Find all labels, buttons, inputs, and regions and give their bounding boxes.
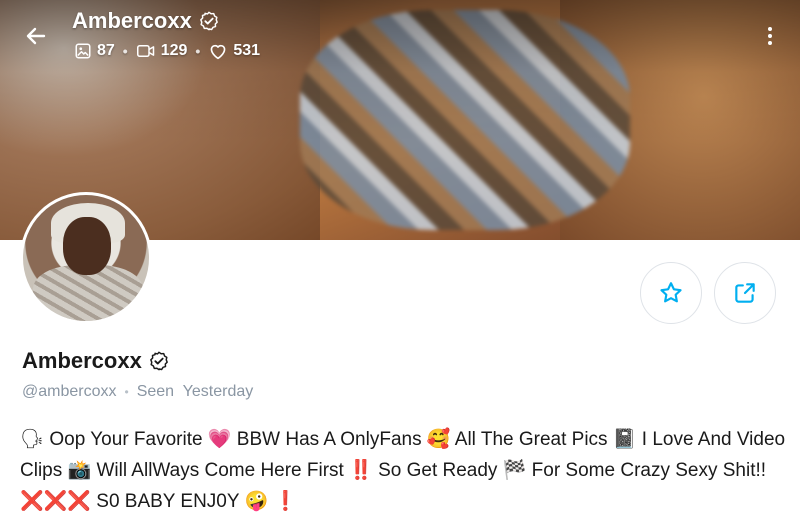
header-title: Ambercoxx [72,8,192,33]
more-vertical-icon [768,34,772,38]
profile-handle: @ambercoxx [22,383,117,400]
profile-name: Ambercoxx [22,348,142,373]
emoji-book: 📓 [612,429,637,450]
verified-icon [149,351,168,371]
profile-name-row: Ambercoxx [22,348,170,374]
profile-bio: 🗣 Oop Your Favorite 💗 BBW Has A OnlyFans… [20,424,790,517]
video-icon [136,45,154,57]
emoji-smiley-hearts: 🥰 [426,429,451,450]
top-bar: Ambercoxx 87 • 129 • 531 [0,0,800,72]
verified-icon [199,11,218,31]
star-icon [660,282,682,303]
avatar-shape [63,217,111,275]
emoji-checkered-flag: 🏁 [502,460,527,481]
stat-photos: 87 [74,42,115,60]
emoji-speaker: 🗣 [20,429,45,450]
bio-text: BBW Has A OnlyFans [236,429,422,450]
heart-icon [210,44,226,60]
emoji-camera: 📸 [67,460,92,481]
back-button[interactable] [20,20,52,52]
bio-text: For Some Crazy Sexy Shit!! [531,460,767,481]
stat-videos: 129 [136,42,188,60]
share-button[interactable] [714,262,776,324]
header-title-row: Ambercoxx [72,8,220,34]
stat-separator: • [122,43,128,59]
stat-likes-count: 531 [233,42,261,59]
last-seen-status: Seen Yesterday [136,383,254,400]
emoji-crosses: ❌❌❌ [20,491,91,512]
share-icon [735,283,755,303]
bio-text: S0 BABY ENJ0Y [96,491,240,512]
stat-photos-count: 87 [97,42,115,59]
handle-separator: • [124,385,129,399]
more-menu-button[interactable] [755,20,785,52]
bio-text: Will AllWays Come Here First [96,460,344,481]
bio-text: Oop Your Favorite [49,429,203,450]
avatar[interactable] [20,192,152,324]
image-icon [75,43,91,59]
emoji-zany-face: 🤪 [244,491,269,512]
emoji-exclamation: ❗ [273,491,298,512]
more-vertical-icon [768,27,772,31]
emoji-double-exclamation: ‼️ [349,460,373,481]
back-arrow-icon [26,27,46,45]
more-vertical-icon [768,41,772,45]
emoji-heart: 💗 [207,429,232,450]
bio-text: So Get Ready [378,460,498,481]
header-stats: 87 • 129 • 531 [74,42,260,60]
bio-text: All The Great Pics [454,429,608,450]
add-to-favorites-button[interactable] [640,262,702,324]
profile-handle-row: @ambercoxx • Seen Yesterday [22,383,253,401]
stat-likes: 531 [208,42,260,60]
stat-videos-count: 129 [160,42,188,59]
stat-separator: • [195,43,201,59]
